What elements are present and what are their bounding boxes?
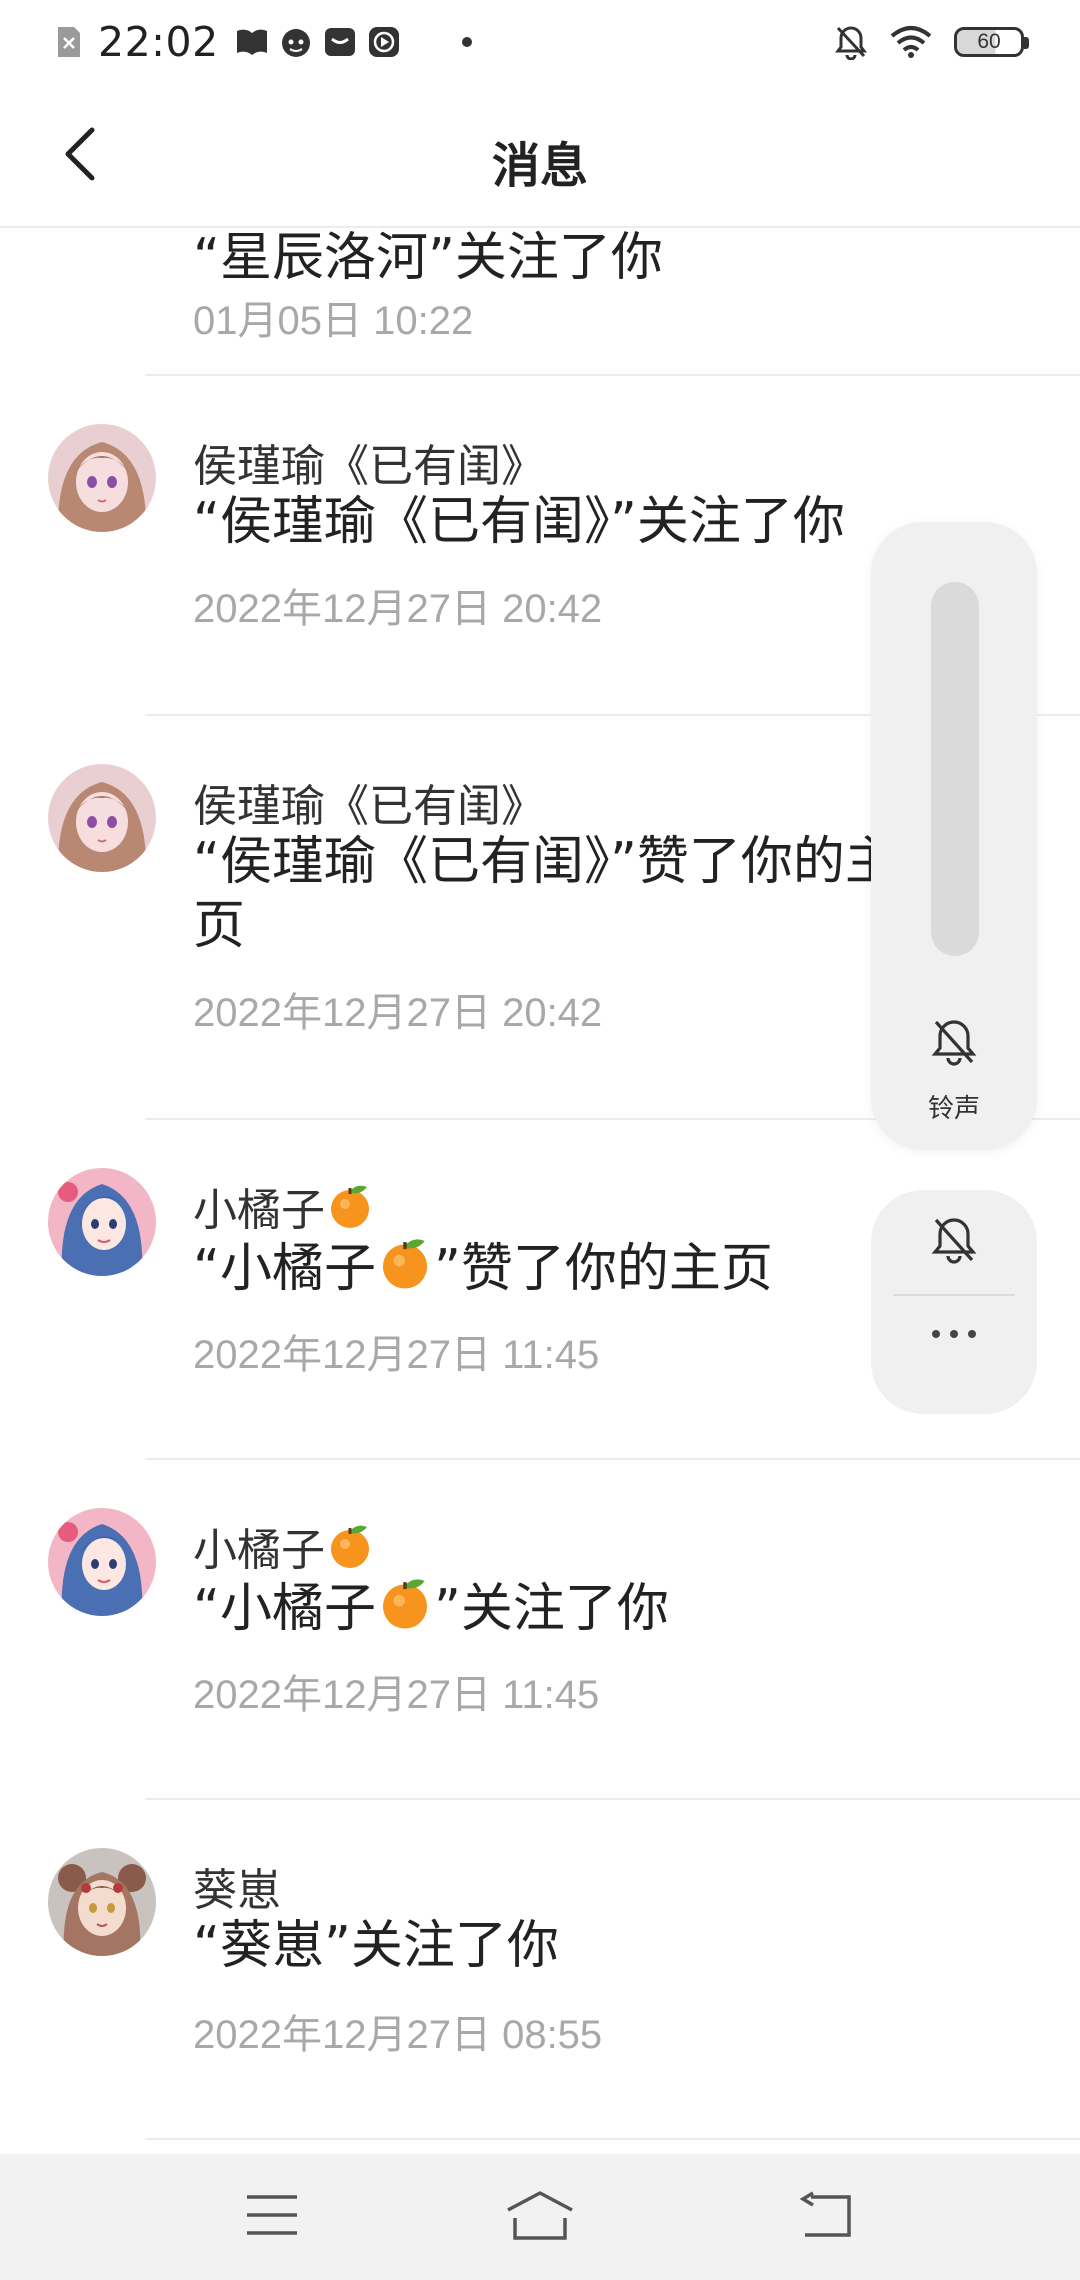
back-icon bbox=[795, 2191, 853, 2243]
orange-emoji-icon bbox=[376, 1234, 434, 1307]
message-content: “小橘子 ”关注了你 bbox=[193, 1574, 1053, 1647]
message-time: 01月05日 10:22 bbox=[193, 299, 474, 343]
content-suffix: ”关注了你 bbox=[433, 1579, 669, 1639]
volume-panel: 铃声 bbox=[871, 522, 1037, 1150]
avatar[interactable] bbox=[48, 424, 156, 532]
message-sender: 葵崽 bbox=[193, 1865, 281, 1916]
divider bbox=[145, 2138, 1080, 2140]
home-button[interactable] bbox=[500, 2184, 580, 2250]
list-item[interactable]: “星辰洛河”关注了你 01月05日 10:22 bbox=[0, 226, 1080, 376]
book-icon bbox=[235, 27, 269, 57]
sender-name: 小橘子 bbox=[193, 1525, 325, 1576]
menu-button[interactable] bbox=[232, 2184, 312, 2250]
orange-emoji-icon bbox=[325, 1521, 375, 1582]
status-bar: 22:02 60 bbox=[0, 0, 1080, 86]
home-icon bbox=[505, 2190, 575, 2244]
message-time: 2022年12月27日 08:55 bbox=[193, 2013, 603, 2057]
list-item[interactable]: 小橘子 “小橘子 ”关注了你 2022年12月27日 11:45 bbox=[0, 1460, 1080, 1800]
orange-emoji-icon bbox=[376, 1574, 434, 1647]
orange-emoji-icon bbox=[325, 1181, 375, 1242]
sim-error-icon bbox=[56, 25, 82, 59]
avatar[interactable] bbox=[48, 764, 156, 872]
message-time: 2022年12月27日 11:45 bbox=[193, 1333, 600, 1377]
volume-slider[interactable] bbox=[931, 582, 979, 956]
message-sender: 小橘子 bbox=[193, 1174, 375, 1242]
battery-icon: 60 bbox=[954, 27, 1029, 57]
content-prefix: “小橘子 bbox=[193, 1239, 376, 1299]
more-dots-icon[interactable] bbox=[871, 1326, 1037, 1345]
app-header: 消息 bbox=[0, 86, 1080, 228]
sender-name: 小橘子 bbox=[193, 1185, 325, 1236]
message-content: “侯瑾瑜《已有闺》”赞了你的主页 bbox=[193, 832, 897, 956]
content-suffix: ”赞了你的主页 bbox=[433, 1239, 773, 1299]
inbox-icon bbox=[323, 25, 357, 59]
message-time: 2022年12月27日 20:42 bbox=[193, 587, 603, 631]
message-time: 2022年12月27日 11:45 bbox=[193, 1673, 600, 1717]
message-sender: 侯瑾瑜《已有闺》 bbox=[193, 781, 545, 832]
content-prefix: “小橘子 bbox=[193, 1579, 376, 1639]
avatar[interactable] bbox=[48, 1168, 156, 1276]
volume-label: 铃声 bbox=[927, 1094, 980, 1124]
message-content: “星辰洛河”关注了你 bbox=[193, 228, 663, 288]
message-sender: 小橘子 bbox=[193, 1514, 375, 1582]
bell-off-icon[interactable] bbox=[924, 1210, 984, 1274]
bell-off-icon bbox=[834, 24, 868, 60]
message-content: “葵崽”关注了你 bbox=[193, 1916, 559, 1976]
face-icon bbox=[279, 25, 313, 59]
back-nav-button[interactable] bbox=[784, 2184, 864, 2250]
avatar[interactable] bbox=[48, 1508, 156, 1616]
battery-level: 60 bbox=[977, 30, 1001, 53]
play-icon bbox=[367, 25, 401, 59]
dot-icon bbox=[461, 36, 473, 48]
bell-off-icon[interactable] bbox=[924, 1012, 984, 1076]
wifi-icon bbox=[890, 25, 932, 59]
divider bbox=[893, 1294, 1015, 1296]
page-title: 消息 bbox=[491, 138, 588, 194]
status-time: 22:02 bbox=[98, 18, 219, 66]
navigation-bar bbox=[0, 2154, 1080, 2280]
message-time: 2022年12月27日 20:42 bbox=[193, 991, 603, 1035]
ringer-mini-panel bbox=[871, 1190, 1037, 1414]
list-item[interactable]: 葵崽 “葵崽”关注了你 2022年12月27日 08:55 bbox=[0, 1800, 1080, 2140]
message-sender: 侯瑾瑜《已有闺》 bbox=[193, 441, 545, 492]
avatar[interactable] bbox=[48, 1848, 156, 1956]
menu-icon bbox=[245, 2193, 299, 2241]
